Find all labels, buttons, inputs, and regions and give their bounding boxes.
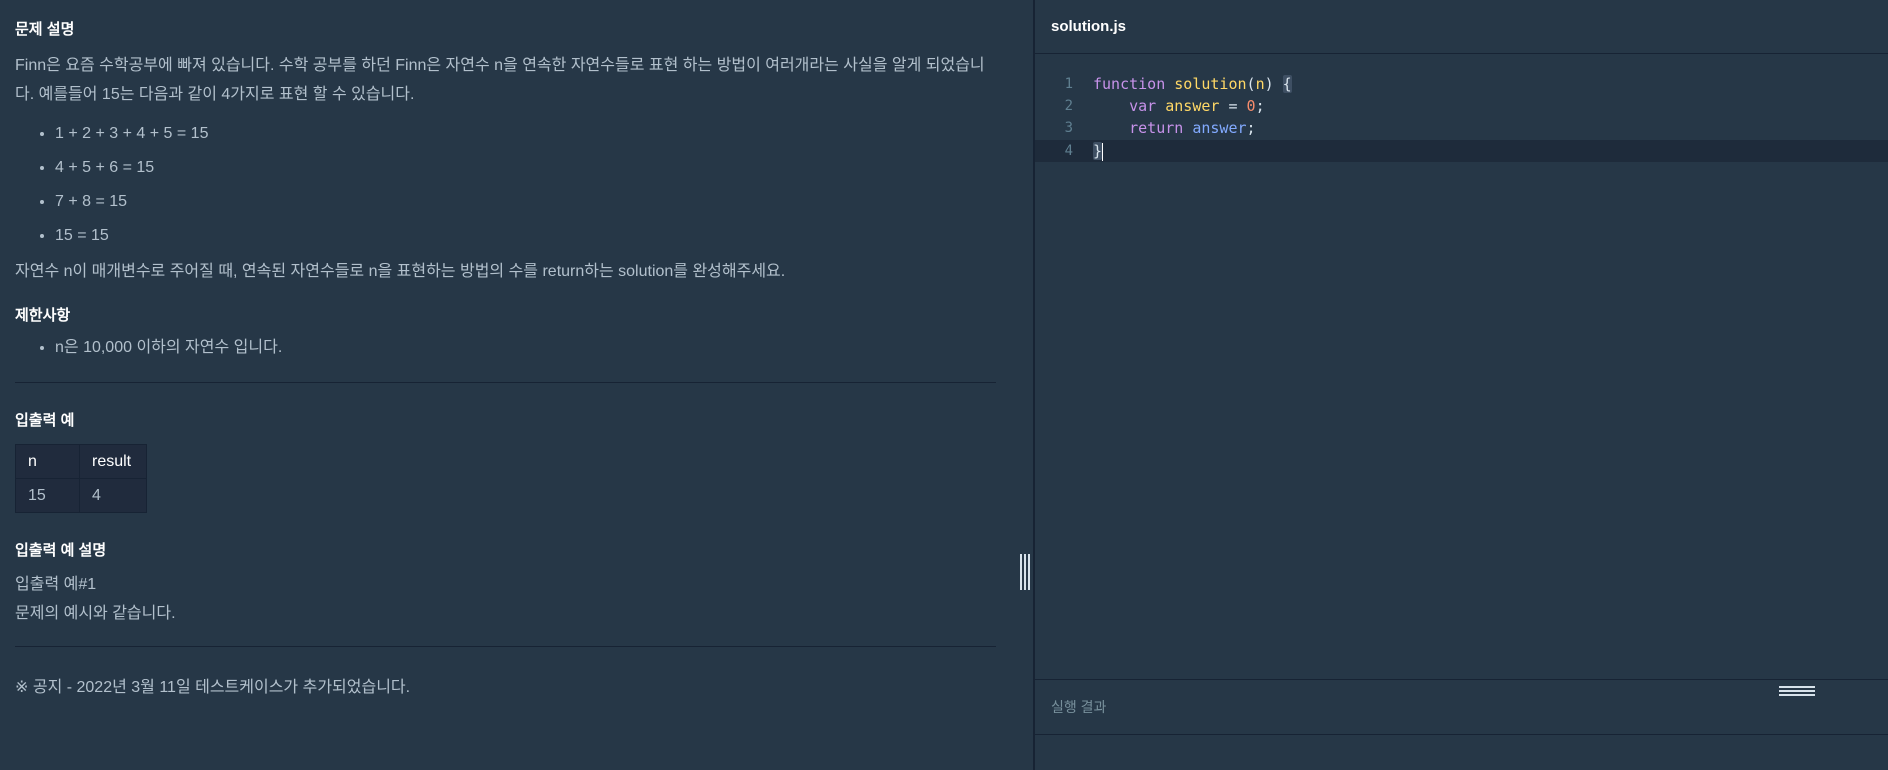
- output-panel-header: 실행 결과: [1035, 679, 1888, 735]
- file-tab[interactable]: solution.js: [1051, 18, 1126, 35]
- line-number: 4: [1064, 143, 1073, 159]
- io-example-table: n result 15 4: [15, 444, 147, 513]
- line-number: 1: [1064, 76, 1073, 92]
- io-explanation-heading: 입출력 예 설명: [15, 542, 107, 559]
- code-editor[interactable]: 1 function solution(n) { 2 var answer = …: [1035, 54, 1888, 679]
- list-item: 4 + 5 + 6 = 15: [55, 151, 996, 185]
- problem-panel: 문제 설명 Finn은 요즘 수학공부에 빠져 있습니다. 수학 공부를 하던 …: [0, 0, 1033, 770]
- output-label: 실행 결과: [1051, 699, 1107, 715]
- code-line: 3 return answer;: [1035, 117, 1888, 139]
- list-item: 7 + 8 = 15: [55, 185, 996, 219]
- list-item: 1 + 2 + 3 + 4 + 5 = 15: [55, 117, 996, 151]
- io-example-heading: 입출력 예: [15, 412, 75, 429]
- constraints-list: n은 10,000 이하의 자연수 입니다.: [15, 331, 996, 365]
- io-explanation-line1: 입출력 예#1: [15, 576, 97, 593]
- line-number: 3: [1064, 120, 1073, 136]
- problem-task: 자연수 n이 매개변수로 주어질 때, 연속된 자연수들로 n을 표현하는 방법…: [15, 263, 786, 280]
- table-header-row: n result: [15, 444, 147, 479]
- column-header-n: n: [15, 444, 80, 479]
- table-row: 15 4: [15, 478, 147, 513]
- io-explanation-line2: 문제의 예시와 같습니다.: [15, 605, 176, 622]
- panel-resize-handle[interactable]: [1020, 554, 1030, 590]
- code-line: 2 var answer = 0;: [1035, 95, 1888, 117]
- list-item: 15 = 15: [55, 219, 996, 253]
- table-cell: 4: [79, 478, 147, 513]
- code-line-active: 4 }: [1035, 140, 1888, 162]
- table-cell: 15: [15, 478, 80, 513]
- list-item: n은 10,000 이하의 자연수 입니다.: [55, 331, 996, 365]
- editor-tab-bar: solution.js: [1035, 0, 1888, 54]
- output-resize-handle[interactable]: [1779, 686, 1815, 696]
- text-cursor: [1102, 142, 1104, 161]
- constraints-heading: 제한사항: [15, 307, 71, 324]
- column-header-result: result: [79, 444, 147, 479]
- problem-description: Finn은 요즘 수학공부에 빠져 있습니다. 수학 공부를 하던 Finn은 …: [15, 57, 985, 103]
- notice-text: ※ 공지 - 2022년 3월 11일 테스트케이스가 추가되었습니다.: [15, 679, 411, 696]
- problem-heading: 문제 설명: [15, 21, 75, 38]
- example-list: 1 + 2 + 3 + 4 + 5 = 15 4 + 5 + 6 = 15 7 …: [15, 117, 996, 253]
- line-number: 2: [1064, 98, 1073, 114]
- editor-panel: solution.js 1 function solution(n) { 2 v…: [1035, 0, 1888, 770]
- code-line: 1 function solution(n) {: [1035, 73, 1888, 95]
